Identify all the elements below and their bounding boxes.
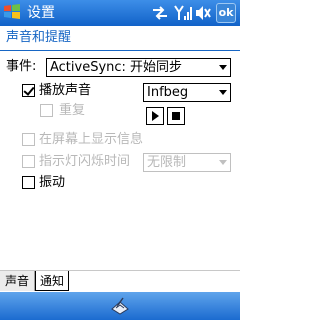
play-sound-label: 播放声音 (39, 83, 92, 98)
signal-icon[interactable] (174, 5, 192, 21)
play-button[interactable] (146, 107, 164, 125)
connectivity-icon[interactable] (152, 6, 168, 20)
flash-light-checkbox[interactable] (22, 155, 35, 168)
vibrate-label: 振动 (39, 175, 66, 190)
chevron-down-icon (219, 160, 227, 165)
chevron-down-icon (219, 90, 227, 95)
flash-duration-value: 无限制 (147, 155, 187, 170)
header-divider (0, 50, 240, 51)
play-sound-checkbox[interactable] (22, 84, 35, 97)
stop-button[interactable] (167, 107, 185, 125)
repeat-checkbox[interactable] (40, 104, 53, 117)
page-title: 声音和提醒 (6, 30, 72, 45)
volume-icon[interactable] (195, 5, 211, 21)
tab-sound[interactable]: 声音 (0, 271, 35, 291)
show-message-checkbox[interactable] (22, 133, 35, 146)
flash-light-label: 指示灯闪烁时间 (39, 154, 131, 169)
ok-button[interactable]: ok (216, 3, 236, 23)
sound-file-dropdown[interactable]: Infbeg (143, 83, 231, 102)
event-dropdown-value: ActiveSync: 开始同步 (50, 60, 183, 75)
show-message-label: 在屏幕上显示信息 (39, 132, 144, 147)
tab-notifications[interactable]: 通知 (35, 271, 69, 291)
window-title: 设置 (27, 5, 55, 21)
event-dropdown[interactable]: ActiveSync: 开始同步 (46, 58, 231, 77)
windows-start-icon[interactable] (3, 3, 21, 21)
flash-duration-dropdown[interactable]: 无限制 (143, 153, 231, 172)
repeat-label: 重复 (59, 103, 86, 118)
chevron-down-icon (219, 65, 227, 70)
event-label: 事件: (6, 59, 37, 74)
vibrate-checkbox[interactable] (22, 176, 35, 189)
sound-file-value: Infbeg (147, 85, 189, 100)
keyboard-icon[interactable] (108, 296, 132, 316)
